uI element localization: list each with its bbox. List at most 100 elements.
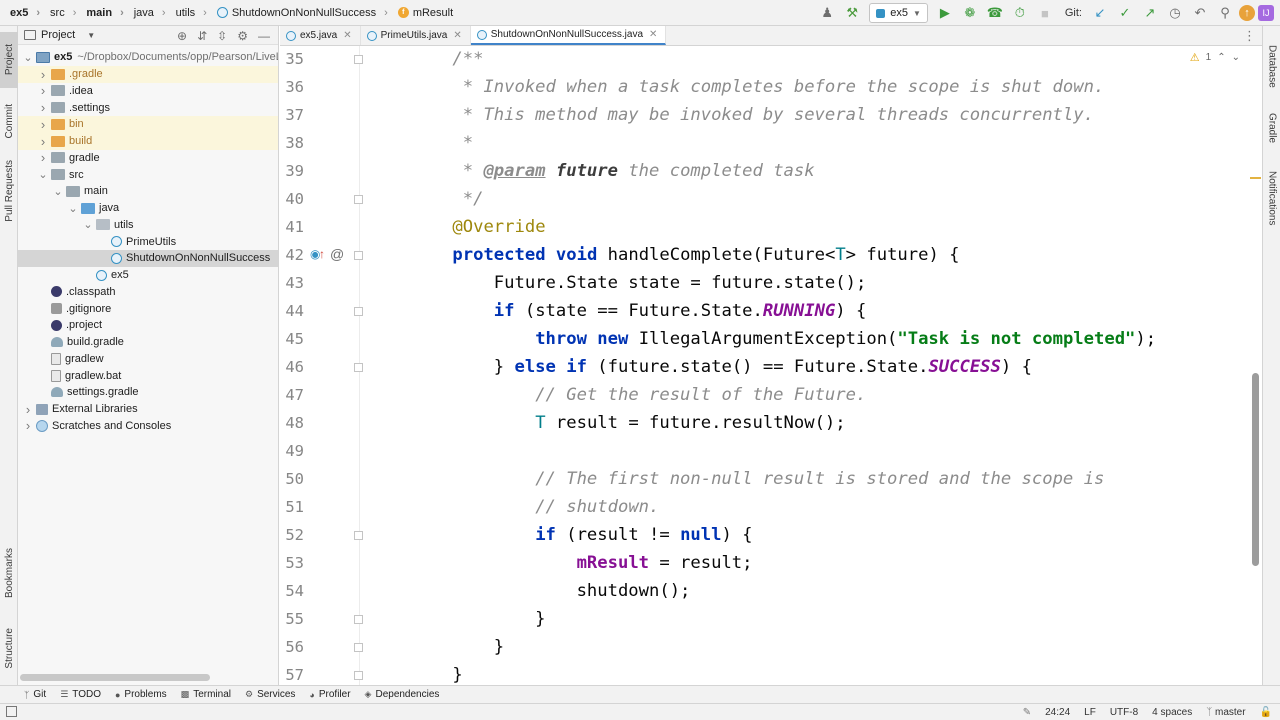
tree-item-build[interactable]: › build	[18, 132, 278, 150]
chevron-down-icon[interactable]: ⌄	[82, 218, 94, 231]
close-icon[interactable]: ✕	[343, 30, 351, 41]
breadcrumb-project[interactable]: ex5 ›	[0, 0, 40, 26]
gutter-line[interactable]: 57	[280, 661, 363, 685]
chevron-right-icon[interactable]: ›	[37, 134, 49, 149]
gutter-line[interactable]: 54	[280, 577, 360, 605]
vertical-scrollbar[interactable]	[1250, 46, 1262, 685]
chevron-down-icon[interactable]: ⌄	[67, 202, 79, 215]
tool-terminal[interactable]: ▩ Terminal	[181, 689, 231, 700]
tree-item-gitignore[interactable]: .gitignore	[18, 300, 278, 317]
tool-git[interactable]: ᛉ Git	[24, 689, 46, 700]
inspection-widget[interactable]: ⚠ 1 ⌃ ⌄	[1190, 51, 1240, 64]
git-push-icon[interactable]: ↗	[1139, 2, 1161, 24]
tool-tab-pull-requests[interactable]: Pull Requests	[0, 154, 18, 228]
update-available-icon[interactable]: ↑	[1239, 5, 1255, 21]
line-separator[interactable]: LF	[1084, 707, 1096, 718]
gutter-line[interactable]: 56	[280, 633, 363, 661]
breadcrumb-utils[interactable]: utils ›	[166, 0, 207, 26]
chevron-up-icon[interactable]: ⌃	[1217, 52, 1225, 63]
gutter-line[interactable]: 36	[280, 73, 360, 101]
gutter-line[interactable]: 46	[280, 353, 363, 381]
chevron-down-icon[interactable]: ⌄	[22, 51, 34, 64]
fold-marker-icon[interactable]	[354, 643, 363, 652]
gutter-line[interactable]: 40	[280, 185, 363, 213]
gutter-line[interactable]: 44	[280, 297, 363, 325]
code-line[interactable]: * @param future the completed task	[411, 157, 815, 185]
tree-item-main[interactable]: ⌄ main	[18, 183, 278, 200]
code-line[interactable]: @Override	[411, 213, 545, 241]
tree-item-idea[interactable]: › .idea	[18, 83, 278, 100]
run-configuration-selector[interactable]: ex5 ▼	[869, 3, 928, 23]
code-line[interactable]: shutdown();	[411, 577, 691, 605]
chevron-down-icon[interactable]: ⌄	[1232, 52, 1240, 63]
git-update-icon[interactable]: ↙	[1089, 2, 1111, 24]
code-line[interactable]: }	[411, 633, 504, 661]
stop-icon[interactable]: ■	[1034, 2, 1056, 24]
breadcrumb-java[interactable]: java ›	[124, 0, 166, 26]
gutter-line[interactable]: 41	[280, 213, 360, 241]
project-view-selector[interactable]: Project	[41, 29, 75, 41]
code-line[interactable]: if (state == Future.State.RUNNING) {	[411, 297, 867, 325]
tool-tab-project[interactable]: Project	[0, 32, 18, 88]
fold-marker-icon[interactable]	[354, 55, 363, 64]
code-line[interactable]: }	[411, 661, 462, 685]
tool-problems[interactable]: ● Problems	[115, 689, 167, 700]
code-line[interactable]: // shutdown.	[411, 493, 659, 521]
breadcrumb-main[interactable]: main ›	[76, 0, 123, 26]
code-line[interactable]: if (result != null) {	[411, 521, 752, 549]
fold-marker-icon[interactable]	[354, 615, 363, 624]
build-hammer-icon[interactable]: ⚒	[841, 2, 863, 24]
locate-file-icon[interactable]: ⊕	[177, 29, 187, 43]
settings-gear-icon[interactable]: ⚙	[237, 29, 248, 43]
tool-tab-bookmarks[interactable]: Bookmarks	[0, 540, 18, 606]
search-icon[interactable]: ⚲	[1214, 2, 1236, 24]
tree-item-src[interactable]: ⌄ src	[18, 166, 278, 183]
indent-setting[interactable]: 4 spaces	[1152, 707, 1192, 718]
rollback-icon[interactable]: ↶	[1189, 2, 1211, 24]
chevron-right-icon[interactable]: ›	[37, 150, 49, 165]
collapse-all-icon[interactable]: ⇳	[217, 29, 227, 43]
code-line[interactable]: /**	[411, 46, 483, 73]
tool-tab-structure[interactable]: Structure	[0, 618, 18, 678]
tree-item-build-gradle[interactable]: build.gradle	[18, 334, 278, 351]
code-line[interactable]: * This method may be invoked by several …	[411, 101, 1094, 129]
chevron-right-icon[interactable]: ›	[37, 117, 49, 132]
breadcrumb-src[interactable]: src ›	[40, 0, 76, 26]
tool-profiler[interactable]: ◕ Profiler	[309, 689, 350, 700]
coverage-icon[interactable]: ☎	[984, 2, 1006, 24]
gutter-line[interactable]: 45	[280, 325, 360, 353]
tree-item-classpath[interactable]: .classpath	[18, 284, 278, 301]
breadcrumb-field[interactable]: f mResult	[388, 0, 453, 26]
toggle-tool-windows-icon[interactable]	[6, 706, 17, 717]
tree-item-shutdownonnonnullsuccess[interactable]: ShutdownOnNonNullSuccess	[18, 250, 278, 267]
breadcrumb-class[interactable]: ShutdownOnNonNullSuccess ›	[207, 0, 388, 26]
tree-item-bin[interactable]: › bin	[18, 116, 278, 133]
chevron-down-icon[interactable]: ⌄	[52, 185, 64, 198]
gutter-line[interactable]: 50	[280, 465, 360, 493]
editor-tab-primeutils[interactable]: PrimeUtils.java ✕	[361, 26, 471, 45]
lock-icon[interactable]: 🔓	[1260, 707, 1272, 718]
file-encoding[interactable]: UTF-8	[1110, 707, 1138, 718]
fold-marker-icon[interactable]	[354, 195, 363, 204]
tool-tab-notifications[interactable]: Notifications	[1263, 160, 1280, 236]
gutter-line[interactable]: 39	[280, 157, 360, 185]
chevron-right-icon[interactable]: ›	[22, 418, 34, 433]
gutter-line[interactable]: 48	[280, 409, 360, 437]
gutter-line[interactable]: 43	[280, 269, 360, 297]
code-line[interactable]: // Get the result of the Future.	[411, 381, 866, 409]
gutter-line[interactable]: 47	[280, 381, 360, 409]
close-icon[interactable]: ✕	[649, 29, 657, 40]
tree-item-java[interactable]: ⌄ java	[18, 200, 278, 217]
tree-item-settings-gradle[interactable]: settings.gradle	[18, 384, 278, 401]
gutter-line[interactable]: 35	[280, 46, 363, 73]
fold-marker-icon[interactable]	[354, 251, 363, 260]
fold-marker-icon[interactable]	[354, 363, 363, 372]
code-line[interactable]: * Invoked when a task completes before t…	[411, 73, 1105, 101]
tool-services[interactable]: ⚙ Services	[245, 689, 295, 700]
annotation-marker-icon[interactable]: @	[330, 245, 344, 263]
chevron-right-icon[interactable]: ›	[22, 402, 34, 417]
tree-item-ex5[interactable]: ⌄ ex5 ~/Dropbox/Documents/opp/Pearson/Live…	[18, 49, 278, 66]
editor-tab-shutdown[interactable]: ShutdownOnNonNullSuccess.java ✕	[470, 26, 667, 45]
caret-position[interactable]: 24:24	[1045, 707, 1070, 718]
tool-tab-gradle[interactable]: Gradle	[1263, 104, 1280, 152]
